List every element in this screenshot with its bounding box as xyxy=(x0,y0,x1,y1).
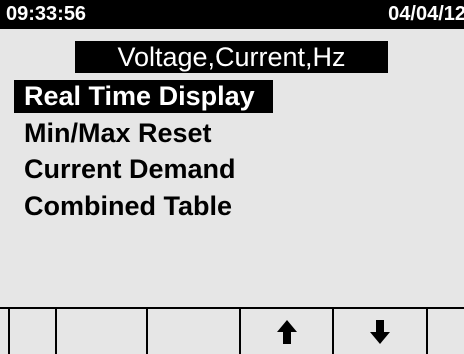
status-bar: 09:33:56 04/04/12 xyxy=(0,0,464,29)
menu-item-current-demand[interactable]: Current Demand xyxy=(14,153,246,186)
softkey-3[interactable] xyxy=(146,309,239,354)
menu-item-real-time-display[interactable]: Real Time Display xyxy=(14,80,273,113)
softkey-down[interactable] xyxy=(332,309,426,354)
softkey-2[interactable] xyxy=(55,309,146,354)
clock-date: 04/04/12 xyxy=(388,3,464,25)
softkey-up[interactable] xyxy=(239,309,332,354)
menu-title: Voltage,Current,Hz xyxy=(75,41,388,73)
menu-item-min-max-reset[interactable]: Min/Max Reset xyxy=(14,117,222,150)
menu-item-combined-table[interactable]: Combined Table xyxy=(14,190,242,223)
softkey-6[interactable] xyxy=(426,309,464,354)
clock-time: 09:33:56 xyxy=(6,3,87,25)
up-arrow-icon xyxy=(276,319,298,345)
down-arrow-icon xyxy=(369,319,391,345)
softkey-row xyxy=(0,307,464,354)
softkey-1[interactable] xyxy=(8,309,55,354)
